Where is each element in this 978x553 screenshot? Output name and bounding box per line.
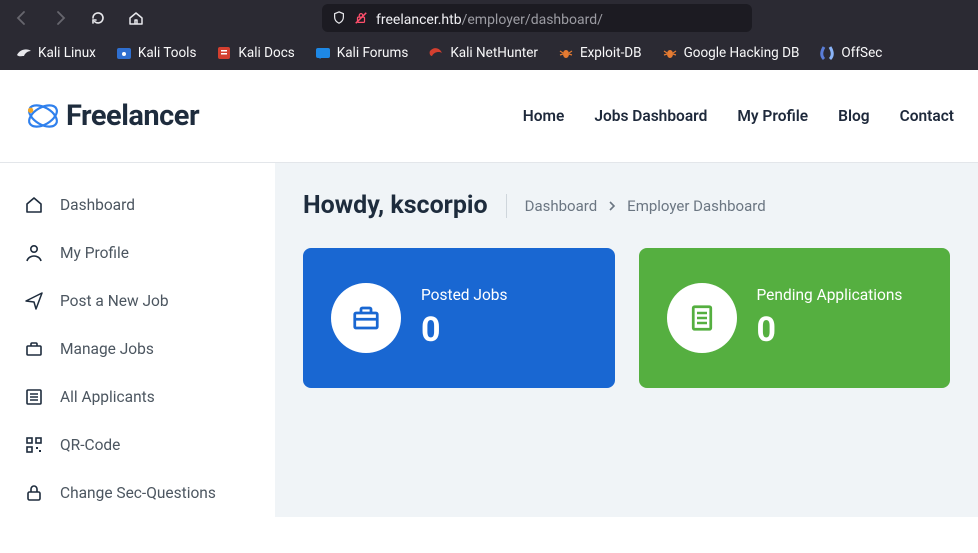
bookmark-label: OffSec [841,45,882,61]
nav-reload-button[interactable] [86,6,110,30]
top-nav: Home Jobs Dashboard My Profile Blog Cont… [523,107,954,125]
stat-cards: Posted Jobs 0 Pending Applications 0 [303,248,950,388]
sidebar-item-all-applicants[interactable]: All Applicants [0,373,275,421]
sidebar-item-label: All Applicants [60,388,155,406]
send-icon [24,291,44,311]
site-header: Freelancer Home Jobs Dashboard My Profil… [0,70,978,163]
bookmark-kali-nethunter[interactable]: Kali NetHunter [420,41,546,65]
browser-top-bar: freelancer.htb/employer/dashboard/ [0,0,978,36]
offsec-icon [819,45,835,61]
page-title: Howdy, kscorpio [303,191,488,220]
bookmark-label: Kali Linux [38,45,96,61]
bookmark-kali-tools[interactable]: Kali Tools [108,41,205,65]
sidebar-item-manage-jobs[interactable]: Manage Jobs [0,325,275,373]
headline-row: Howdy, kscorpio Dashboard Employer Dashb… [303,191,950,220]
sidebar-item-label: Dashboard [60,196,135,214]
dragon-icon [16,45,32,61]
nav-link-blog[interactable]: Blog [838,107,869,125]
bookmark-kali-linux[interactable]: Kali Linux [8,41,104,65]
nav-link-profile[interactable]: My Profile [737,107,808,125]
sidebar-item-dashboard[interactable]: Dashboard [0,181,275,229]
sidebar-item-label: Manage Jobs [60,340,154,358]
sidebar-item-label: Post a New Job [60,292,169,310]
nav-link-home[interactable]: Home [523,107,565,125]
card-label: Pending Applications [757,286,903,304]
breadcrumb: Dashboard Employer Dashboard [525,197,766,215]
bookmark-exploit-db[interactable]: Exploit-DB [550,41,650,65]
nav-forward-button[interactable] [48,6,72,30]
spider-icon [558,45,574,61]
bookmark-offsec[interactable]: OffSec [811,41,890,65]
shield-icon [332,11,346,25]
sidebar-item-post-job[interactable]: Post a New Job [0,277,275,325]
tools-icon [116,45,132,61]
card-label: Posted Jobs [421,286,508,304]
nav-back-button[interactable] [10,6,34,30]
address-bar[interactable]: freelancer.htb/employer/dashboard/ [322,4,752,32]
sidebar: Dashboard My Profile Post a New Job Mana… [0,163,275,517]
chevron-right-icon [607,201,617,211]
bookmark-label: Google Hacking DB [684,45,800,61]
card-posted-jobs: Posted Jobs 0 [303,248,615,388]
site-logo[interactable]: Freelancer [24,97,199,135]
nethunter-icon [428,45,444,61]
card-value: 0 [757,310,903,350]
sidebar-item-label: My Profile [60,244,129,262]
bookmark-label: Kali NetHunter [450,45,538,61]
breadcrumb-current: Employer Dashboard [627,197,766,215]
sidebar-item-qr-code[interactable]: QR-Code [0,421,275,469]
card-value: 0 [421,310,508,350]
url-host: freelancer.htb [376,12,462,28]
docs-icon [216,45,232,61]
nav-link-contact[interactable]: Contact [900,107,954,125]
bookmark-label: Kali Docs [238,45,294,61]
bookmark-label: Exploit-DB [580,45,642,61]
bookmark-label: Kali Tools [138,45,197,61]
bookmark-label: Kali Forums [337,45,409,61]
reload-icon [90,10,106,26]
bookmark-kali-forums[interactable]: Kali Forums [307,41,417,65]
lock-icon [24,483,44,503]
breadcrumb-root[interactable]: Dashboard [525,197,598,215]
lock-insecure-icon [354,11,368,25]
nav-link-jobs[interactable]: Jobs Dashboard [594,107,707,125]
user-icon [24,243,44,263]
nav-home-button[interactable] [124,6,148,30]
forums-icon [315,45,331,61]
card-pending-applications: Pending Applications 0 [639,248,951,388]
sidebar-item-change-sec-questions[interactable]: Change Sec-Questions [0,469,275,517]
sidebar-item-label: QR-Code [60,436,120,454]
spider-icon [662,45,678,61]
arrow-left-icon [14,10,30,26]
bookmark-kali-docs[interactable]: Kali Docs [208,41,302,65]
divider [506,194,507,218]
briefcase-icon [24,339,44,359]
logo-text: Freelancer [66,99,199,133]
qr-icon [24,435,44,455]
home-icon [24,195,44,215]
briefcase-icon [331,283,401,353]
url-path: /employer/dashboard/ [462,12,603,28]
sidebar-item-label: Change Sec-Questions [60,484,216,502]
logo-icon [24,97,62,135]
bookmarks-bar: Kali Linux Kali Tools Kali Docs Kali For… [0,36,978,70]
home-icon [128,10,144,26]
document-icon [667,283,737,353]
bookmark-google-hacking-db[interactable]: Google Hacking DB [654,41,808,65]
arrow-right-icon [52,10,68,26]
list-icon [24,387,44,407]
main-content: Howdy, kscorpio Dashboard Employer Dashb… [275,163,978,517]
sidebar-item-my-profile[interactable]: My Profile [0,229,275,277]
